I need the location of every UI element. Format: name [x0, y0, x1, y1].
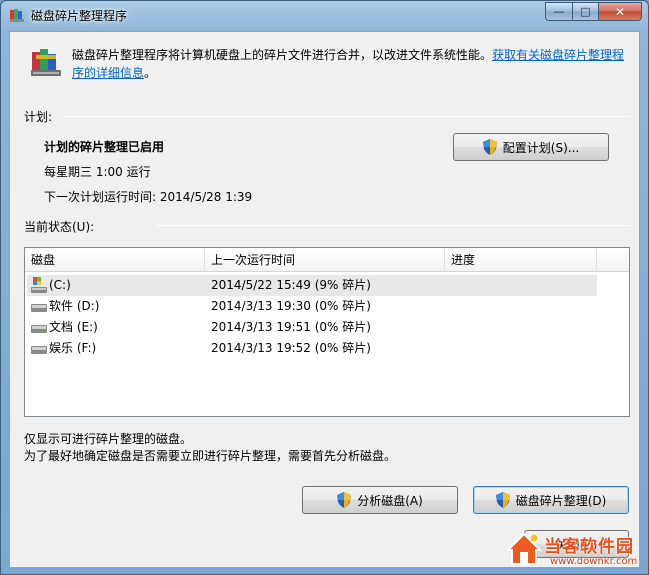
schedule-section-label: 计划:: [24, 110, 53, 124]
defrag-window: 磁盘碎片整理程序 — □ ✕ 磁盘碎片整理程序将计算机硬盘上的碎片文件进行合并，…: [0, 0, 649, 575]
disk-row-f[interactable]: 娱乐 (F:) 2014/3/13 19:52 (0% 碎片): [27, 338, 597, 359]
disk-name: (C:): [49, 278, 71, 292]
disk-last-run: 2014/3/13 19:30 (0% 碎片): [211, 299, 371, 313]
minimize-button[interactable]: —: [545, 2, 572, 21]
disk-row-d[interactable]: 软件 (D:) 2014/3/13 19:30 (0% 碎片): [27, 296, 597, 317]
column-header-disk[interactable]: 磁盘: [25, 248, 205, 272]
defrag-disk-button[interactable]: 磁盘碎片整理(D): [473, 486, 629, 514]
column-header-last-run[interactable]: 上一次运行时间: [205, 248, 445, 272]
defrag-disk-label: 磁盘碎片整理(D): [515, 493, 607, 508]
note-analyze-first: 为了最好地确定磁盘是否需要立即进行碎片整理，需要首先分析磁盘。: [24, 449, 397, 463]
defrag-app-icon: [10, 9, 24, 22]
analyze-disk-button[interactable]: 分析磁盘(A): [302, 486, 458, 514]
house-logo-icon: [505, 532, 543, 565]
uac-shield-icon: [337, 492, 352, 508]
configure-schedule-button[interactable]: 配置计划(S)...: [453, 133, 609, 161]
schedule-separator: [62, 116, 630, 117]
drive-icon: [31, 304, 47, 312]
disk-last-run: 2014/5/22 15:49 (9% 碎片): [211, 278, 371, 292]
watermark-brand: 当客软件园: [544, 537, 634, 557]
current-status-label: 当前状态(U):: [24, 220, 95, 234]
schedule-next-run: 下一次计划运行时间: 2014/5/28 1:39: [44, 190, 253, 204]
schedule-status: 计划的碎片整理已启用: [44, 140, 165, 154]
disk-name: 文档 (E:): [49, 320, 98, 334]
configure-schedule-label: 配置计划(S)...: [502, 140, 580, 155]
minimize-icon: —: [553, 5, 565, 18]
close-icon: ✕: [614, 4, 626, 19]
disk-name: 娱乐 (F:): [49, 341, 97, 355]
schedule-frequency: 每星期三 1:00 运行: [44, 165, 151, 179]
window-title: 磁盘碎片整理程序: [31, 9, 128, 23]
disk-list[interactable]: 磁盘 上一次运行时间 进度 (C:) 2014/5/22 15:49 (9% 碎…: [24, 247, 630, 417]
status-separator: [156, 225, 630, 226]
disk-name: 软件 (D:): [49, 299, 100, 313]
disk-row-c[interactable]: (C:) 2014/5/22 15:49 (9% 碎片): [27, 275, 597, 296]
drive-icon: [31, 346, 47, 354]
column-header-progress[interactable]: 进度: [445, 248, 597, 272]
watermark-url: www.downkr.com: [550, 556, 638, 567]
disk-last-run: 2014/3/13 19:51 (0% 碎片): [211, 320, 371, 334]
caption-buttons: — □ ✕: [545, 2, 642, 21]
defrag-large-icon: [31, 49, 61, 76]
maximize-icon: □: [580, 5, 591, 18]
intro-text: 磁盘碎片整理程序将计算机硬盘上的碎片文件进行合并，以改进文件系统性能。: [72, 48, 493, 62]
disk-row-e[interactable]: 文档 (E:) 2014/3/13 19:51 (0% 碎片): [27, 317, 597, 338]
note-defraggable-only: 仅显示可进行碎片整理的磁盘。: [24, 432, 193, 446]
intro-description: 磁盘碎片整理程序将计算机硬盘上的碎片文件进行合并，以改进文件系统性能。获取有关磁…: [72, 46, 632, 82]
analyze-disk-label: 分析磁盘(A): [357, 493, 423, 508]
uac-shield-icon: [495, 492, 510, 508]
drive-icon: [31, 325, 47, 333]
disk-list-header: 磁盘 上一次运行时间 进度: [25, 248, 629, 272]
site-watermark: 当客软件园 www.downkr.com: [504, 528, 642, 572]
title-bar[interactable]: 磁盘碎片整理程序 — □ ✕: [1, 1, 648, 29]
dialog-client-area: 磁盘碎片整理程序将计算机硬盘上的碎片文件进行合并，以改进文件系统性能。获取有关磁…: [9, 31, 640, 568]
close-window-button[interactable]: ✕: [598, 2, 642, 21]
intro-suffix: 。: [144, 66, 157, 80]
maximize-button[interactable]: □: [572, 2, 598, 21]
disk-last-run: 2014/3/13 19:52 (0% 碎片): [211, 341, 371, 355]
system-drive-icon: [31, 277, 47, 293]
uac-shield-icon: [482, 139, 497, 155]
